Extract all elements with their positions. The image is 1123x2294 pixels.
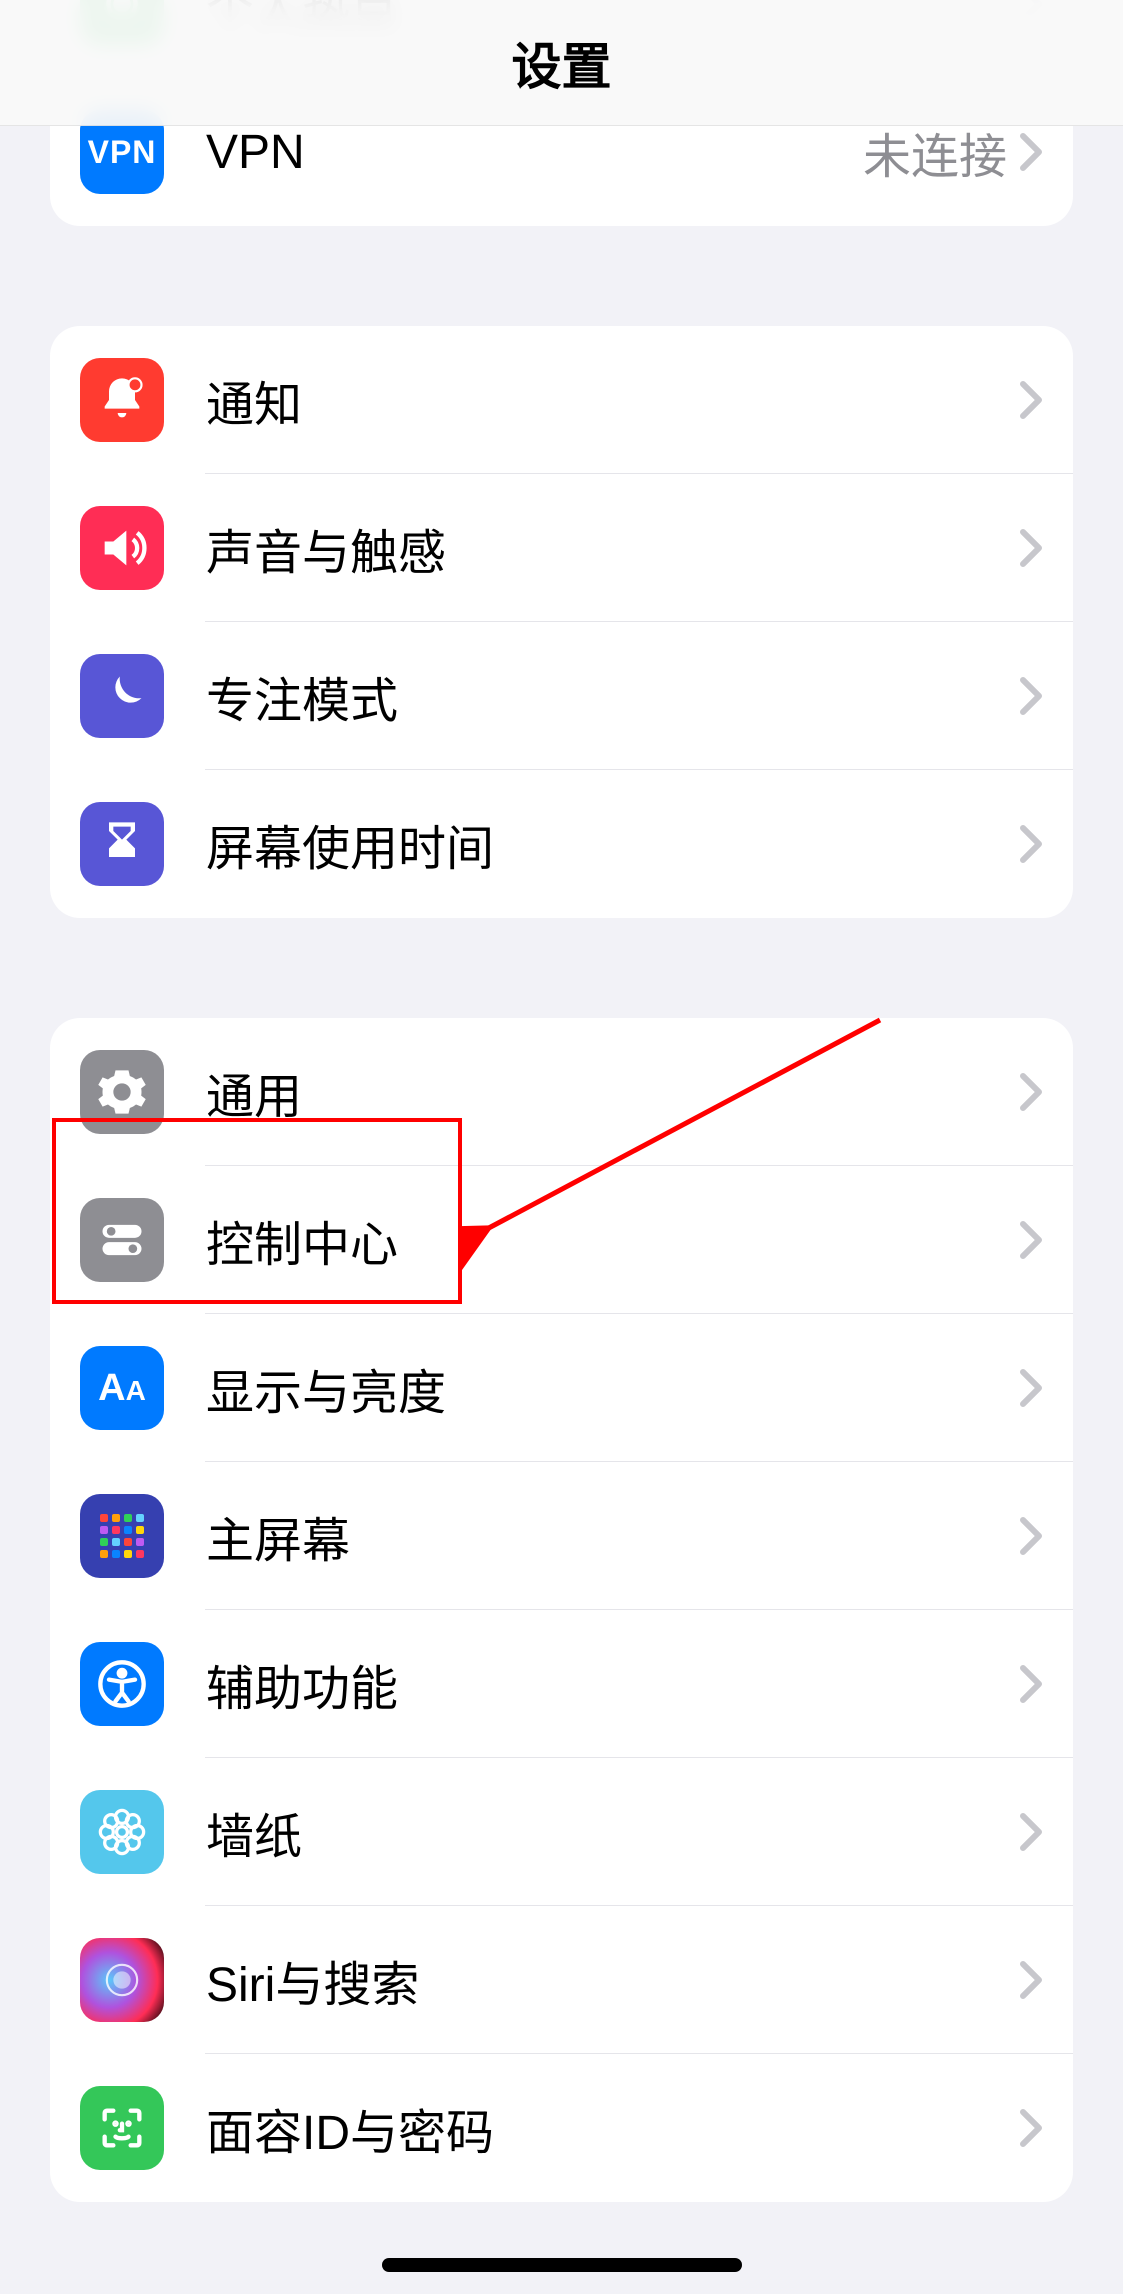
chevron-right-icon xyxy=(1019,1960,1043,2000)
flower-icon xyxy=(80,1790,164,1874)
chevron-right-icon xyxy=(1019,1812,1043,1852)
vpn-label: VPN xyxy=(206,125,863,180)
hourglass-icon xyxy=(80,802,164,886)
row-accessibility[interactable]: 辅助功能 xyxy=(50,1610,1073,1758)
row-control-center[interactable]: 控制中心 xyxy=(50,1166,1073,1314)
home-screen-label: 主屏幕 xyxy=(206,1501,1019,1571)
settings-list[interactable]: 个人热点 VPN VPN 未连接 通知 xyxy=(0,0,1123,2272)
chevron-right-icon xyxy=(1019,824,1043,864)
row-faceid[interactable]: 面容ID与密码 xyxy=(50,2054,1073,2202)
row-wallpaper[interactable]: 墙纸 xyxy=(50,1758,1073,1906)
focus-label: 专注模式 xyxy=(206,661,1019,731)
faceid-icon xyxy=(80,2086,164,2170)
chevron-right-icon xyxy=(1019,2108,1043,2148)
page-title: 设置 xyxy=(512,27,612,99)
wallpaper-label: 墙纸 xyxy=(206,1797,1019,1867)
sounds-label: 声音与触感 xyxy=(206,513,1019,583)
faceid-label: 面容ID与密码 xyxy=(206,2093,1019,2163)
group-system: 通用 控制中心 AA 显示与亮度 xyxy=(50,1018,1073,2202)
control-center-label: 控制中心 xyxy=(206,1205,1019,1275)
gear-icon xyxy=(80,1050,164,1134)
general-label: 通用 xyxy=(206,1057,1019,1127)
accessibility-icon xyxy=(80,1642,164,1726)
row-screentime[interactable]: 屏幕使用时间 xyxy=(50,770,1073,918)
chevron-right-icon xyxy=(1019,1516,1043,1556)
speaker-icon xyxy=(80,506,164,590)
chevron-right-icon xyxy=(1019,528,1043,568)
chevron-right-icon xyxy=(1019,1072,1043,1112)
vpn-value: 未连接 xyxy=(863,117,1007,187)
home-indicator[interactable] xyxy=(382,2258,742,2272)
chevron-right-icon xyxy=(1019,132,1043,172)
row-sounds[interactable]: 声音与触感 xyxy=(50,474,1073,622)
row-general[interactable]: 通用 xyxy=(50,1018,1073,1166)
notifications-label: 通知 xyxy=(206,365,1019,435)
siri-label: Siri与搜索 xyxy=(206,1945,1019,2015)
chevron-right-icon xyxy=(1019,1220,1043,1260)
header: 设置 xyxy=(0,0,1123,126)
row-notifications[interactable]: 通知 xyxy=(50,326,1073,474)
chevron-right-icon xyxy=(1019,1664,1043,1704)
row-home-screen[interactable]: 主屏幕 xyxy=(50,1462,1073,1610)
chevron-right-icon xyxy=(1019,1368,1043,1408)
moon-icon xyxy=(80,654,164,738)
apps-grid-icon xyxy=(80,1494,164,1578)
toggles-icon xyxy=(80,1198,164,1282)
text-size-icon: AA xyxy=(80,1346,164,1430)
accessibility-label: 辅助功能 xyxy=(206,1649,1019,1719)
row-display[interactable]: AA 显示与亮度 xyxy=(50,1314,1073,1462)
group-attention: 通知 声音与触感 专注模式 xyxy=(50,326,1073,918)
chevron-right-icon xyxy=(1019,380,1043,420)
row-focus[interactable]: 专注模式 xyxy=(50,622,1073,770)
siri-icon xyxy=(80,1938,164,2022)
screentime-label: 屏幕使用时间 xyxy=(206,809,1019,879)
bell-icon xyxy=(80,358,164,442)
row-siri[interactable]: Siri与搜索 xyxy=(50,1906,1073,2054)
display-label: 显示与亮度 xyxy=(206,1353,1019,1423)
chevron-right-icon xyxy=(1019,676,1043,716)
